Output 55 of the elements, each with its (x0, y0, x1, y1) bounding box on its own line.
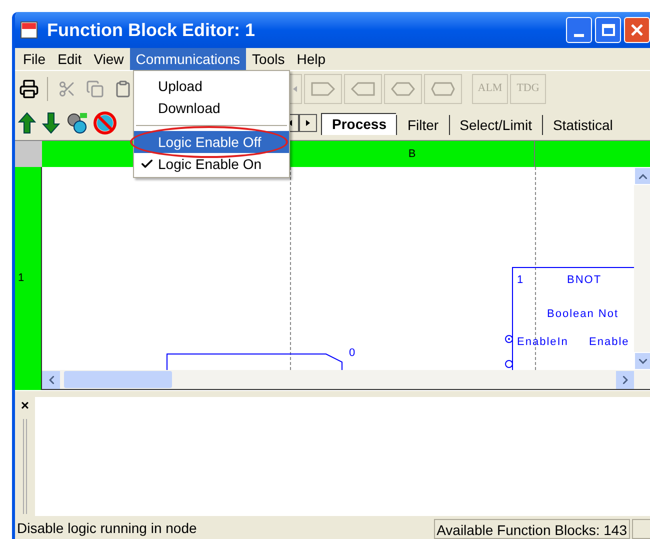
scroll-thumb[interactable] (64, 371, 172, 388)
down-arrow-icon[interactable] (41, 111, 61, 135)
tab[interactable]: Statistical (542, 115, 623, 135)
menu-item[interactable]: View (88, 48, 130, 70)
menu-item[interactable]: Communications (130, 48, 246, 70)
pane-grip[interactable] (23, 419, 27, 514)
pentagon-shape-button[interactable] (344, 74, 382, 104)
close-pane-button[interactable]: × (20, 397, 30, 413)
menu-item[interactable]: File (17, 48, 52, 70)
pentagon-shape-button[interactable] (304, 74, 342, 104)
window-title: Function Block Editor: 1 (47, 18, 256, 42)
dropdown-item[interactable]: Upload (134, 75, 289, 97)
document-icon (19, 20, 39, 40)
status-message: Disable logic running in node (17, 519, 198, 538)
dropdown-item[interactable]: Logic Enable Off (134, 131, 289, 153)
pin-number: 0 (349, 346, 356, 361)
vertical-scrollbar[interactable] (634, 167, 650, 370)
tab[interactable]: Process (321, 113, 396, 135)
block-description: Boolean Not (547, 307, 619, 322)
column-header-cell: B (290, 141, 535, 167)
menu-item[interactable]: Edit (52, 48, 88, 70)
tab[interactable]: Select/Limit (448, 115, 542, 135)
hexagon-shape-button[interactable] (424, 74, 462, 104)
copy-icon (86, 80, 104, 98)
tab-scroll-right-button[interactable] (299, 114, 317, 132)
status-panel (632, 518, 650, 538)
maximize-button[interactable] (595, 17, 621, 43)
scissors-icon (58, 80, 76, 98)
close-icon (630, 23, 644, 37)
checkmark-icon (140, 157, 154, 171)
polygon-shape-icon (429, 80, 457, 98)
close-button[interactable] (624, 17, 650, 43)
hexagon-shape-button[interactable] (384, 74, 422, 104)
input-pin-label: EnableIn (517, 335, 568, 350)
up-arrow-icon[interactable] (17, 111, 37, 135)
horizontal-scrollbar[interactable] (42, 370, 650, 390)
polygon-shape-icon (389, 80, 417, 98)
left-arrow-icon (293, 86, 297, 92)
input-pin-icon (505, 335, 513, 343)
row-header-cell: 1 (15, 167, 42, 390)
dropdown-item[interactable]: Download (134, 97, 289, 119)
right-arrow-icon (306, 120, 310, 126)
block-name: BNOT (567, 273, 602, 288)
tab[interactable]: Filter (396, 115, 449, 135)
menu-item[interactable]: Help (290, 48, 332, 70)
polygon-shape-icon (309, 80, 337, 98)
polygon-shape-icon (349, 80, 377, 98)
printer-icon (19, 78, 39, 98)
output-pin-label: Enable (589, 335, 630, 350)
status-panel: Available Function Blocks: 143 (434, 518, 630, 538)
clipboard-icon (114, 80, 132, 98)
dropdown-item[interactable]: Logic Enable On (134, 153, 289, 175)
block-number: 1 (517, 273, 524, 288)
menu-item[interactable]: Tools (246, 48, 291, 70)
minimize-button[interactable] (566, 17, 592, 43)
